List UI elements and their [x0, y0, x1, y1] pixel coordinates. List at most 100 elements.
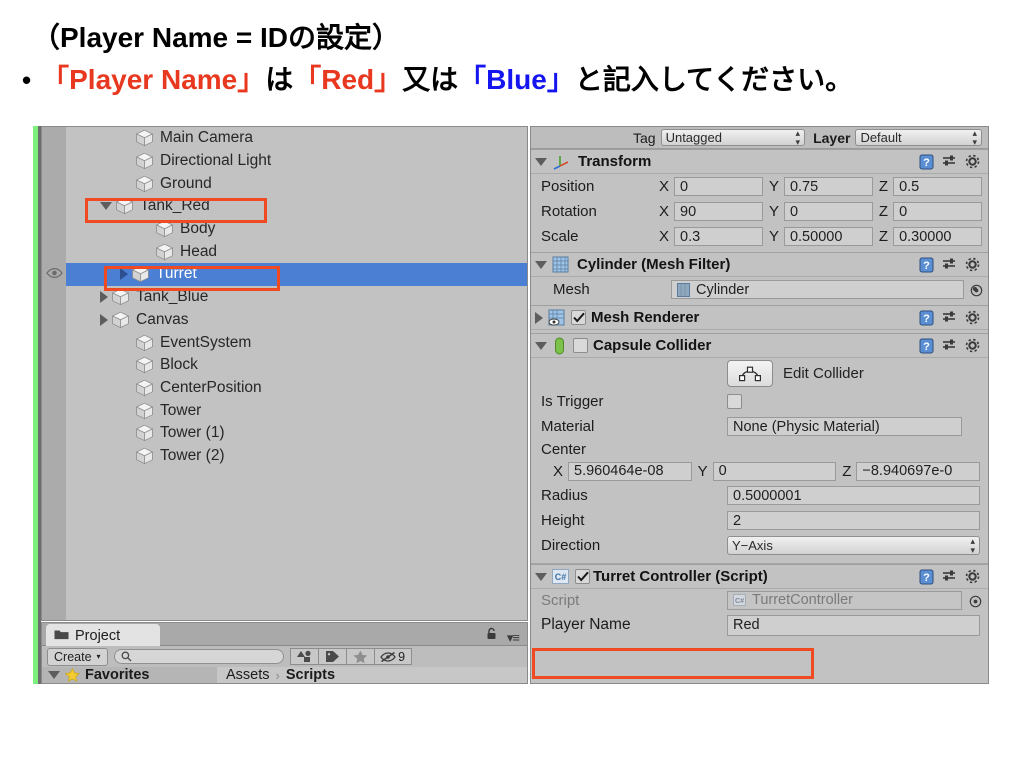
transform-position-z-input[interactable]: 0.5 — [893, 177, 983, 196]
hierarchy-item-tower[interactable]: Tower — [66, 399, 527, 422]
visibility-eye-icon[interactable] — [46, 266, 63, 282]
filter-by-type-icon[interactable] — [289, 648, 319, 665]
breadcrumb[interactable]: Assets › Scripts — [217, 667, 527, 683]
direction-dropdown[interactable]: Y−Axis ▴ ▾ — [727, 536, 980, 555]
tab-project[interactable]: Project — [46, 624, 160, 647]
transform-rows[interactable]: Position X 0 Y 0.75 Z 0.5 Rotation X 90 Y 0 Z 0 Scale X… — [531, 174, 988, 249]
capsule-collider-enabled-checkbox[interactable] — [573, 338, 588, 353]
height-input[interactable]: 2 — [727, 511, 980, 530]
transform-rotation-y-input[interactable]: 0 — [783, 202, 873, 221]
star-icon — [65, 668, 80, 682]
turret-controller-enabled-checkbox[interactable] — [575, 569, 590, 584]
component-header-icons[interactable]: ? — [919, 569, 988, 585]
hierarchy-item-tower-2[interactable]: Tower (2) — [66, 445, 527, 468]
component-header-icons[interactable]: ? — [919, 257, 988, 273]
tag-layer-row[interactable]: Tag Untagged ▴ ▾ Layer Default ▴ ▾ — [531, 127, 988, 149]
hierarchy-item-head[interactable]: Head — [66, 240, 527, 263]
component-header-mesh-renderer[interactable]: Mesh Renderer ? — [531, 305, 988, 330]
component-header-transform[interactable]: Transform ? — [531, 149, 988, 174]
project-filter-buttons[interactable]: 9 — [289, 648, 412, 665]
component-header-mesh-filter[interactable]: Cylinder (Mesh Filter) ? — [531, 252, 988, 277]
hierarchy-item-tower-1[interactable]: Tower (1) — [66, 422, 527, 445]
axis-y-label: Y — [697, 462, 708, 480]
hierarchy-item-centerposition[interactable]: CenterPosition — [66, 377, 527, 400]
inspector-panel[interactable]: Tag Untagged ▴ ▾ Layer Default ▴ ▾ Transfo… — [530, 126, 989, 684]
center-z-input[interactable]: −8.940697e-0 — [856, 461, 980, 481]
component-title: Mesh Renderer — [591, 309, 700, 326]
filter-by-label-icon[interactable] — [318, 648, 347, 665]
bullet-text-wa: は — [265, 64, 294, 95]
transform-scale-x-input[interactable]: 0.3 — [674, 227, 763, 246]
hierarchy-list[interactable]: Main Camera Directional Light Ground Tank_R… — [46, 127, 527, 620]
transform-scale-z-input[interactable]: 0.30000 — [893, 227, 983, 246]
breadcrumb-assets[interactable]: Assets — [226, 667, 270, 683]
hidden-objects-toggle[interactable]: 9 — [374, 648, 412, 665]
breadcrumb-scripts[interactable]: Scripts — [286, 667, 335, 683]
radius-row[interactable]: Radius 0.5000001 — [531, 483, 988, 508]
direction-row[interactable]: Direction Y−Axis ▴ ▾ — [531, 533, 988, 558]
favorites-header[interactable]: Favorites — [42, 667, 217, 683]
hierarchy-item-body[interactable]: Body — [66, 218, 527, 241]
transform-rotation-z-input[interactable]: 0 — [893, 202, 983, 221]
axis-z-label: Z — [878, 203, 889, 220]
mesh-renderer-enabled-checkbox[interactable] — [571, 310, 586, 325]
lock-icon[interactable] — [486, 627, 497, 645]
chevron-down-icon[interactable] — [535, 260, 547, 269]
material-object-field[interactable]: None (Physic Material) — [727, 417, 962, 436]
create-button[interactable]: Create ▾ — [47, 647, 108, 666]
hierarchy-item-directional-light[interactable]: Directional Light — [66, 150, 527, 173]
center-y-input[interactable]: 0 — [712, 461, 837, 481]
hierarchy-item-ground[interactable]: Ground — [66, 172, 527, 195]
hierarchy-item-block[interactable]: Block — [66, 354, 527, 377]
center-x-input[interactable]: 5.960464e-08 — [568, 461, 692, 481]
height-row[interactable]: Height 2 — [531, 508, 988, 533]
project-panel[interactable]: Project ▾≡ Create ▾ 9 Favorites Assets ›… — [41, 622, 528, 684]
chevron-down-icon[interactable] — [535, 572, 547, 581]
favorites-star-icon[interactable] — [346, 648, 375, 665]
transform-row-rotation[interactable]: Rotation X 90 Y 0 Z 0 — [531, 199, 988, 224]
transform-position-x-input[interactable]: 0 — [674, 177, 763, 196]
component-header-icons[interactable]: ? — [919, 310, 988, 326]
chevron-down-icon[interactable] — [535, 157, 547, 166]
edit-collider-button[interactable] — [727, 360, 773, 387]
transform-row-position[interactable]: Position X 0 Y 0.75 Z 0.5 — [531, 174, 988, 199]
chevron-right-icon[interactable] — [535, 311, 543, 324]
object-picker-icon[interactable] — [970, 284, 983, 297]
layer-dropdown[interactable]: Default ▴ ▾ — [855, 128, 982, 146]
tag-dropdown[interactable]: Untagged ▴ ▾ — [660, 128, 806, 146]
chevron-right-icon[interactable] — [120, 268, 128, 281]
edit-collider-row[interactable]: Edit Collider — [531, 358, 988, 389]
center-vector-row[interactable]: X 5.960464e-08 Y 0 Z −8.940697e-0 — [531, 459, 988, 483]
mesh-filter-icon — [552, 256, 569, 273]
player-name-input[interactable]: Red — [727, 614, 980, 636]
transform-position-y-input[interactable]: 0.75 — [783, 177, 873, 196]
component-header-icons[interactable]: ? — [919, 338, 988, 354]
player-name-row[interactable]: Player Name Red — [531, 611, 988, 639]
hierarchy-item-tank-red[interactable]: Tank_Red — [66, 195, 527, 218]
radius-input[interactable]: 0.5000001 — [727, 486, 980, 505]
transform-row-scale[interactable]: Scale X 0.3 Y 0.50000 Z 0.30000 — [531, 224, 988, 249]
hierarchy-item-canvas[interactable]: Canvas — [66, 309, 527, 332]
mesh-object-field[interactable]: Cylinder — [671, 280, 983, 299]
component-header-capsule-collider[interactable]: Capsule Collider ? — [531, 333, 988, 358]
hierarchy-panel[interactable]: Main Camera Directional Light Ground Tank_R… — [41, 126, 528, 621]
is-trigger-checkbox[interactable] — [727, 394, 742, 409]
component-header-turret-controller[interactable]: C# Turret Controller (Script) ? — [531, 564, 988, 589]
project-toolbar[interactable]: Create ▾ 9 — [41, 646, 528, 667]
mesh-row[interactable]: Mesh Cylinder — [531, 277, 988, 302]
chevron-right-icon[interactable] — [100, 313, 108, 326]
hierarchy-item-main-camera[interactable]: Main Camera — [66, 127, 527, 150]
hierarchy-item-turret[interactable]: Turret — [46, 263, 527, 286]
is-trigger-row[interactable]: Is Trigger — [531, 389, 988, 414]
search-input[interactable] — [113, 649, 284, 664]
panel-menu-icon[interactable]: ▾≡ — [507, 630, 520, 646]
chevron-right-icon[interactable] — [100, 291, 108, 304]
hierarchy-item-tank-blue[interactable]: Tank_Blue — [66, 286, 527, 309]
material-row[interactable]: Material None (Physic Material) — [531, 414, 988, 439]
chevron-down-icon[interactable] — [535, 341, 547, 350]
chevron-down-icon[interactable] — [100, 202, 112, 211]
hierarchy-item-eventsystem[interactable]: EventSystem — [66, 331, 527, 354]
transform-rotation-x-input[interactable]: 90 — [674, 202, 763, 221]
component-header-icons[interactable]: ? — [919, 154, 988, 170]
transform-scale-y-input[interactable]: 0.50000 — [783, 227, 873, 246]
